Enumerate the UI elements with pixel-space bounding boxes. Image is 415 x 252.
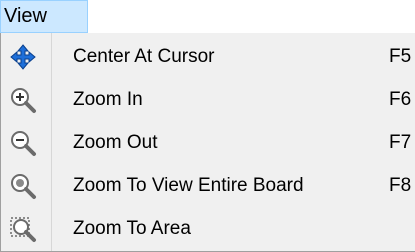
menu-view[interactable]: View	[0, 0, 88, 33]
menu-item-center-at-cursor[interactable]: Center At Cursor F5	[1, 37, 415, 77]
zoom-area-icon	[9, 215, 37, 243]
move-arrows-icon	[9, 43, 37, 71]
zoom-fit-icon	[9, 172, 37, 200]
menu-item-label: Zoom To Area	[73, 218, 191, 239]
menu-item-shortcut: F6	[389, 89, 412, 110]
menu-item-zoom-to-view-entire-board[interactable]: Zoom To View Entire Board F8	[1, 166, 415, 206]
menu-item-label: Zoom In	[73, 89, 143, 110]
zoom-out-icon	[9, 129, 37, 157]
menu-item-label: Zoom Out	[73, 132, 158, 153]
menu-item-shortcut: F7	[389, 132, 412, 153]
menu-item-zoom-out[interactable]: Zoom Out F7	[1, 123, 415, 163]
menu-item-shortcut: F8	[389, 175, 412, 196]
view-menu-dropdown: Center At Cursor F5 Zoom In F6 Zoom Out …	[0, 33, 415, 252]
menu-item-label: Center At Cursor	[73, 46, 215, 67]
menu-item-label: Zoom To View Entire Board	[73, 175, 304, 196]
zoom-in-icon	[9, 86, 37, 114]
menu-item-zoom-to-area[interactable]: Zoom To Area	[1, 209, 415, 249]
menu-item-shortcut: F5	[389, 46, 412, 67]
menu-item-zoom-in[interactable]: Zoom In F6	[1, 80, 415, 120]
